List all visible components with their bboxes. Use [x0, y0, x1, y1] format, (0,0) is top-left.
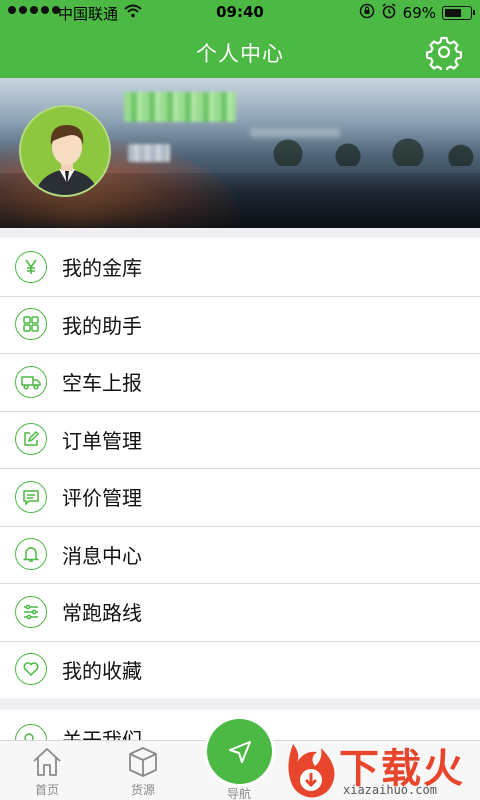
avatar-person-icon — [35, 125, 99, 195]
menu-item-label: 评价管理 — [62, 486, 142, 511]
navigation-bar: 个人中心 — [0, 26, 480, 78]
tab-label: 导航 — [226, 787, 251, 800]
grid-icon — [15, 308, 47, 341]
battery-icon — [442, 6, 475, 20]
flame-logo-icon — [288, 744, 335, 798]
box-icon — [129, 747, 157, 777]
user-name-redacted — [124, 92, 236, 122]
tab-label: 货源 — [130, 783, 155, 797]
menu-item-order-management[interactable]: 订单管理 — [0, 410, 480, 468]
watermark: 下载火 xiazaihuo.com — [283, 736, 480, 800]
avatar[interactable] — [19, 105, 111, 197]
menu-item-label: 常跑路线 — [62, 601, 142, 626]
rotation-lock-icon — [359, 3, 375, 23]
menu-item-frequent-routes[interactable]: 常跑路线 — [0, 583, 480, 641]
watermark-domain: xiazaihuo.com — [343, 783, 437, 797]
profile-menu: 我的金库 我的助手 空车上报 订单管理 评价管理 消息中心 常跑路线 我的收藏 — [0, 238, 480, 698]
sliders-icon — [15, 595, 47, 628]
home-icon — [33, 748, 61, 776]
page-title: 个人中心 — [196, 42, 284, 66]
bell-icon — [15, 538, 47, 571]
edit-icon — [15, 423, 47, 456]
yen-icon — [15, 250, 47, 283]
menu-item-review-management[interactable]: 评价管理 — [0, 468, 480, 526]
user-info-redacted — [128, 144, 170, 162]
menu-item-assistant[interactable]: 我的助手 — [0, 295, 480, 353]
menu-item-label: 订单管理 — [62, 428, 142, 453]
tab-navigation[interactable] — [207, 719, 272, 784]
menu-item-empty-truck-report[interactable]: 空车上报 — [0, 353, 480, 411]
tab-home[interactable]: 首页 — [12, 745, 82, 798]
comment-icon — [15, 480, 47, 513]
settings-button[interactable] — [425, 34, 463, 74]
menu-item-label: 我的金库 — [62, 256, 142, 281]
status-bar: 中国联通 09:40 69% — [0, 0, 480, 26]
tab-goods[interactable]: 货源 — [108, 745, 178, 798]
gear-icon — [425, 36, 463, 74]
menu-item-label: 空车上报 — [62, 371, 142, 396]
menu-item-label: 我的助手 — [62, 313, 142, 338]
alarm-icon — [381, 3, 397, 23]
menu-item-label: 消息中心 — [62, 543, 142, 568]
truck-icon — [15, 365, 47, 398]
tab-navigation-label[interactable]: 导航 — [204, 785, 274, 800]
navigation-icon — [228, 740, 251, 763]
menu-item-message-center[interactable]: 消息中心 — [0, 525, 480, 583]
menu-item-vault[interactable]: 我的金库 — [0, 238, 480, 296]
tab-label: 首页 — [34, 783, 59, 797]
heart-icon — [15, 653, 47, 686]
battery-percentage: 69% — [402, 4, 436, 22]
menu-item-favorites[interactable]: 我的收藏 — [0, 640, 480, 698]
menu-item-label: 我的收藏 — [62, 658, 142, 683]
